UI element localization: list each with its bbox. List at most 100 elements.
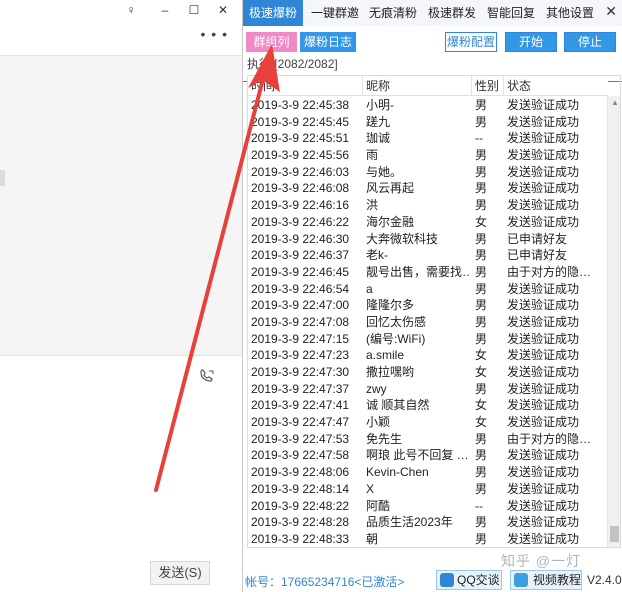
table-row[interactable]: 2019-3-9 22:48:33 朝 男 发送验证成功 (248, 531, 608, 547)
table-row[interactable]: 2019-3-9 22:46:16 洪 男 发送验证成功 (248, 197, 608, 214)
cell-nickname: 洪 (366, 198, 379, 213)
column-header-time[interactable]: 时间 (248, 76, 363, 96)
stop-button[interactable]: 停止 (564, 32, 616, 52)
cell-nickname: 隆隆尔多 (366, 298, 415, 313)
cell-gender: 男 (475, 431, 488, 446)
cell-status: 发送验证成功 (507, 214, 580, 229)
cell-nickname: X (366, 481, 375, 496)
vertical-scrollbar[interactable]: ▲ (607, 96, 620, 547)
table-row[interactable]: 2019-3-9 22:46:03 与她。 男 发送验证成功 (248, 164, 608, 181)
version-label: V2.4.0 (587, 573, 622, 587)
send-button[interactable]: 发送(S) (150, 561, 210, 585)
pin-icon[interactable]: ♀ (123, 2, 139, 18)
cell-gender: 男 (475, 181, 488, 196)
table-header: 时间 昵称 性别 状态 (248, 76, 608, 96)
table-row[interactable]: 2019-3-9 22:47:37 zwy 男 发送验证成功 (248, 381, 608, 398)
cell-status: 发送验证成功 (507, 448, 580, 463)
cell-time: 2019-3-9 22:47:53 (251, 431, 350, 446)
video-tutorial-button[interactable]: 视频教程 (510, 570, 582, 590)
cell-gender: 女 (475, 415, 488, 430)
table-row[interactable]: 2019-3-9 22:47:41 诚 顺其自然 女 发送验证成功 (248, 397, 608, 414)
cell-gender: 女 (475, 348, 488, 363)
table-row[interactable]: 2019-3-9 22:46:08 风云再起 男 发送验证成功 (248, 180, 608, 197)
table-row[interactable]: 2019-3-9 22:45:51 珈诚 -- 发送验证成功 (248, 130, 608, 147)
column-header-nickname[interactable]: 昵称 (363, 76, 472, 96)
more-options-icon[interactable]: • • • (201, 26, 228, 42)
table-row[interactable]: 2019-3-9 22:47:15 (编号:WiFi) 男 发送验证成功 (248, 331, 608, 348)
cell-status: 发送验证成功 (507, 98, 580, 112)
cell-status: 发送验证成功 (507, 314, 580, 329)
cell-time: 2019-3-9 22:46:22 (251, 214, 350, 229)
start-button[interactable]: 开始 (505, 32, 557, 52)
tab-group-list[interactable]: 群组列表 (246, 32, 297, 69)
tab-group-invite[interactable]: 一键群邀 (307, 0, 363, 26)
cell-time: 2019-3-9 22:47:58 (251, 448, 350, 463)
cell-nickname: 阿酷 (366, 498, 391, 513)
table-row[interactable]: 2019-3-9 22:45:45 蹉九 男 发送验证成功 (248, 114, 608, 131)
tab-clean-fans[interactable]: 无痕清粉 (365, 0, 421, 26)
table-row[interactable]: 2019-3-9 22:46:22 海尔金融 女 发送验证成功 (248, 214, 608, 231)
table-row[interactable]: 2019-3-9 22:45:38 小明- 男 发送验证成功 (248, 97, 608, 114)
minimize-button[interactable]: – (157, 2, 173, 18)
column-header-status[interactable]: 状态 (504, 76, 608, 96)
scroll-thumb[interactable] (610, 526, 619, 542)
voice-call-icon[interactable] (199, 369, 215, 383)
table-row[interactable]: 2019-3-9 22:45:56 雨 男 发送验证成功 (248, 147, 608, 164)
cell-time: 2019-3-9 22:47:47 (251, 415, 350, 430)
cell-status: 发送验证成功 (507, 498, 580, 513)
table-row[interactable]: 2019-3-9 22:46:37 老k- 男 已申请好友 (248, 247, 608, 264)
main-tabs: 极速爆粉 一键群邀 无痕清粉 极速群发 智能回复 其他设置 ✕ (243, 0, 622, 26)
cell-nickname: 蹉九 (366, 114, 391, 129)
qq-chat-button[interactable]: QQ交谈 (436, 570, 502, 590)
cell-nickname: (编号:WiFi) (366, 331, 426, 346)
cell-time: 2019-3-9 22:47:08 (251, 314, 350, 329)
cell-time: 2019-3-9 22:48:33 (251, 531, 350, 546)
cell-nickname: a (366, 281, 373, 296)
cell-nickname: zwy (366, 381, 387, 396)
table-row[interactable]: 2019-3-9 22:48:22 阿酷 -- 发送验证成功 (248, 498, 608, 515)
table-row[interactable]: 2019-3-9 22:47:58 啊琅 此号不回复 … 男 发送验证成功 (248, 447, 608, 464)
cell-gender: 男 (475, 98, 488, 112)
cell-nickname: 回忆太伤感 (366, 314, 427, 329)
tab-fans-log[interactable]: 爆粉日志 (300, 32, 356, 52)
table-row[interactable]: 2019-3-9 22:47:23 a.smile 女 发送验证成功 (248, 347, 608, 364)
cell-time: 2019-3-9 22:46:37 (251, 248, 350, 263)
table-row[interactable]: 2019-3-9 22:46:45 靓号出售，需要找… 男 由于对方的隐… (248, 264, 608, 281)
cell-nickname: 诚 顺其自然 (366, 398, 430, 413)
scroll-up-icon[interactable]: ▲ (611, 98, 619, 107)
table-row[interactable]: 2019-3-9 22:46:30 大奔微软科技 男 已申请好友 (248, 231, 608, 248)
table-row[interactable]: 2019-3-9 22:47:47 小颖 女 发送验证成功 (248, 414, 608, 431)
table-row[interactable]: 2019-3-9 22:48:14 X 男 发送验证成功 (248, 481, 608, 498)
close-button[interactable]: ✕ (215, 2, 231, 18)
table-row[interactable]: 2019-3-9 22:47:00 隆隆尔多 男 发送验证成功 (248, 297, 608, 314)
tab-other-settings[interactable]: 其他设置 (542, 0, 598, 26)
tab-smart-reply[interactable]: 智能回复 (483, 0, 539, 26)
cell-time: 2019-3-9 22:47:15 (251, 331, 350, 346)
video-tutorial-label: 视频教程 (533, 573, 582, 587)
cell-nickname: 老k- (366, 248, 388, 263)
cell-status: 发送验证成功 (507, 148, 580, 163)
tab-fast-fans[interactable]: 极速爆粉 (243, 0, 303, 26)
progress-text: 执行:[2082/2082] (247, 57, 338, 71)
table-row[interactable]: 2019-3-9 22:47:30 撒拉嘿哟 女 发送验证成功 (248, 364, 608, 381)
cell-status: 发送验证成功 (507, 114, 580, 129)
cell-status: 发送验证成功 (507, 198, 580, 213)
cell-status: 发送验证成功 (507, 381, 580, 396)
close-icon[interactable]: ✕ (605, 3, 617, 20)
cell-time: 2019-3-9 22:47:30 (251, 365, 350, 379)
table-body: 2019-3-9 22:45:38 小明- 男发送验证成功 2019-3-9 22:4… (248, 97, 608, 547)
table-row[interactable]: 2019-3-9 22:48:06 Kevin-Chen 男 发送验证成功 (248, 464, 608, 481)
cell-status: 发送验证成功 (507, 515, 580, 530)
table-row[interactable]: 2019-3-9 22:47:53 免先生 男 由于对方的隐… (248, 431, 608, 448)
maximize-button[interactable]: ☐ (186, 2, 202, 18)
cell-status: 发送验证成功 (507, 415, 580, 430)
table-row[interactable]: 2019-3-9 22:47:08 回忆太伤感 男 发送验证成功 (248, 314, 608, 331)
tab-mass-send[interactable]: 极速群发 (424, 0, 480, 26)
column-header-gender[interactable]: 性别 (472, 76, 504, 96)
config-button[interactable]: 爆粉配置 (445, 32, 497, 52)
account-status: 帐号：17665234716<已激活> (245, 575, 405, 589)
table-row[interactable]: 2019-3-9 22:46:54 a 男 发送验证成功 (248, 281, 608, 298)
cell-time: 2019-3-9 22:45:51 (251, 131, 350, 146)
table-row[interactable]: 2019-3-9 22:48:28 品质生活2023年 男 发送验证成功 (248, 514, 608, 531)
cell-nickname: 靓号出售，需要找… (366, 264, 470, 279)
